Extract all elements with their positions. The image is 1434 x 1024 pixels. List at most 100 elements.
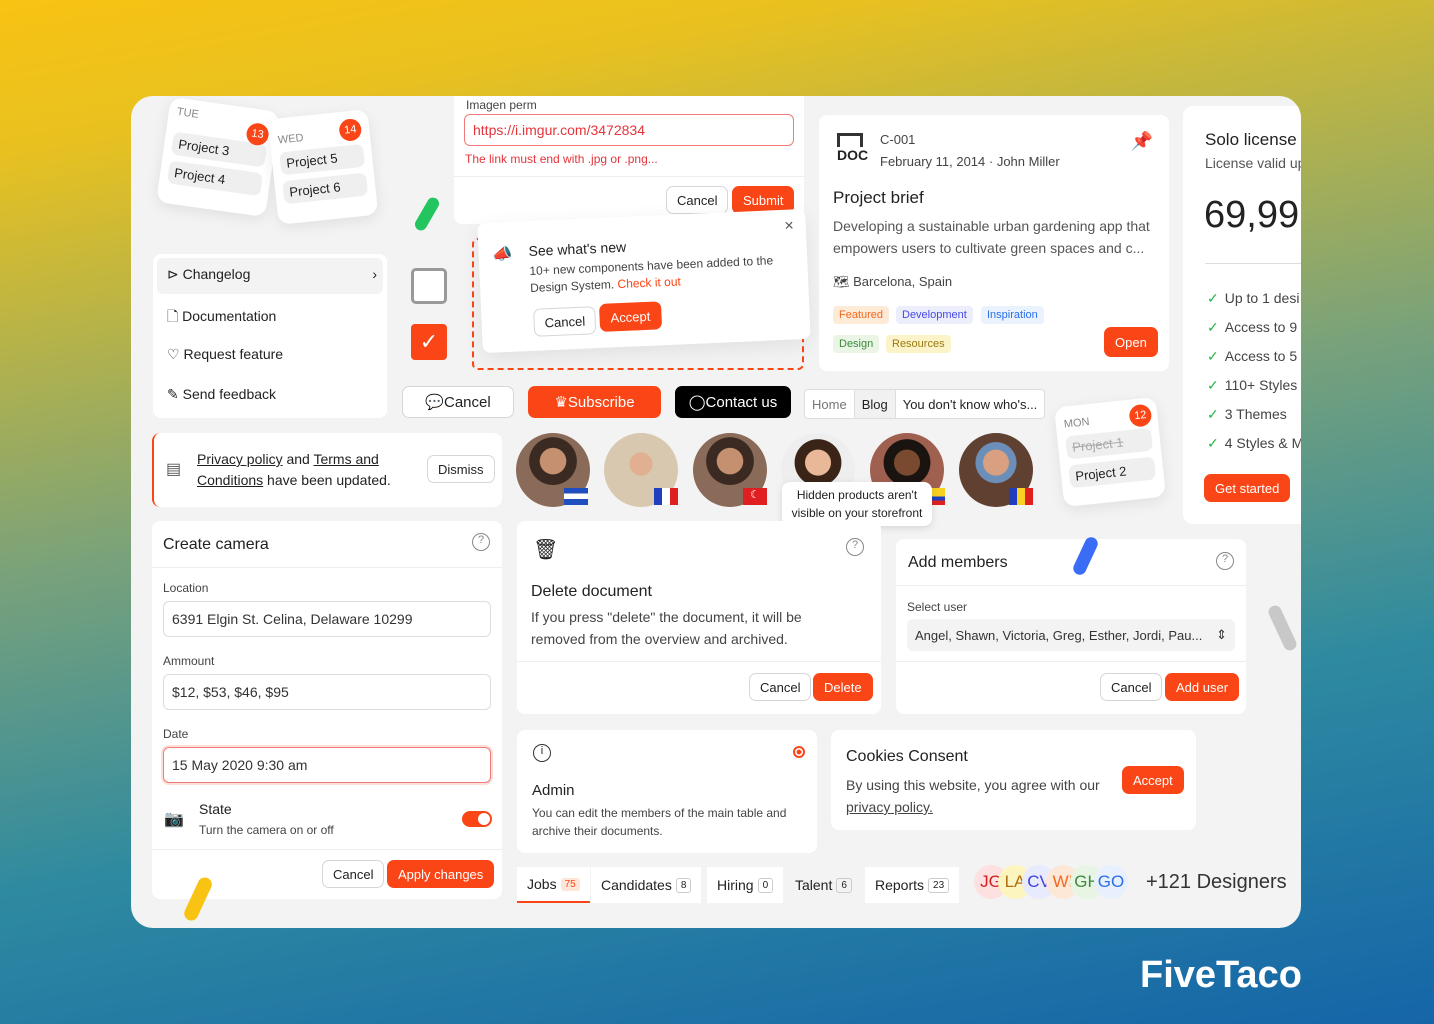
project-item[interactable]: Project 6 [282, 172, 369, 205]
divider [896, 661, 1246, 662]
image-url-input[interactable]: https://i.imgur.com/3472834 [464, 114, 794, 146]
tab-jobs[interactable]: Jobs 75 [517, 867, 590, 903]
breadcrumb-blog[interactable]: Blog [854, 390, 896, 418]
admin-role-card[interactable]: i Admin You can edit the members of the … [517, 730, 817, 853]
flag-turkey-icon: ☾ [743, 488, 767, 505]
privacy-policy-link[interactable]: privacy policy. [846, 799, 933, 815]
delete-button[interactable]: Delete [813, 673, 873, 701]
menu-item-send-feedback[interactable]: ✎ Send feedback [167, 386, 276, 403]
delete-document-dialog: 🗑 ? Delete document If you press "delete… [517, 521, 881, 714]
chat-icon: 💬 [425, 394, 444, 411]
dismiss-button[interactable]: Dismiss [427, 455, 495, 483]
image-url-form: Imagen perm https://i.imgur.com/3472834 … [454, 96, 804, 224]
flag-andorra-icon [1009, 488, 1033, 505]
menu-item-documentation[interactable]: 🗋 Documentation [167, 306, 276, 330]
check-icon: ✓ [1207, 290, 1219, 306]
doc-description: Developing a sustainable urban gardening… [833, 218, 1150, 256]
menu-item-request-feature[interactable]: ♡ Request feature [167, 346, 283, 363]
feature-item: ✓ 4 Styles & M [1207, 435, 1301, 451]
brand-logo: FiveTaco [1140, 954, 1302, 996]
date-input[interactable]: 15 May 2020 9:30 am [163, 747, 491, 783]
dialog-title: Delete document [531, 583, 652, 600]
license-card: Solo license License valid up 69,99 ✓ Up … [1183, 106, 1301, 524]
megaphone-icon: ⊳ [167, 266, 183, 282]
doc-code: C-001 [880, 132, 916, 147]
breadcrumb-current[interactable]: You don't know who's... [896, 390, 1045, 418]
camera-icon: 📷 [164, 811, 184, 828]
document-card: DOC C-001 February 11, 2014 · John Mille… [819, 115, 1169, 371]
project-item[interactable]: Project 4 [166, 160, 264, 197]
map-icon: 🗺 [833, 274, 854, 289]
tag-development[interactable]: Development [896, 306, 973, 324]
calendar-day-tue[interactable]: TUE 13 Project 3 Project 4 [156, 96, 280, 218]
tab-candidates[interactable]: Candidates 8 [591, 867, 702, 903]
menu-item-changelog[interactable]: ⊳ Changelog › [167, 266, 377, 283]
cancel-button[interactable]: Cancel [749, 673, 812, 701]
tab-talent[interactable]: Talent 6 [785, 867, 862, 903]
tag-inspiration[interactable]: Inspiration [981, 306, 1044, 324]
state-description: Turn the camera on or off [199, 823, 334, 837]
cancel-button[interactable]: Cancel [533, 306, 597, 337]
checkbox-unchecked[interactable] [411, 268, 447, 304]
close-icon[interactable]: × [784, 217, 794, 235]
chevron-right-icon: › [372, 266, 377, 282]
accept-button[interactable]: Accept [598, 301, 662, 332]
help-icon[interactable]: ? [846, 538, 864, 556]
tag-design[interactable]: Design [833, 335, 880, 353]
privacy-text: Privacy policy and Terms and Conditions … [197, 451, 391, 488]
project-item[interactable]: Project 5 [279, 143, 366, 176]
doc-meta: February 11, 2014 · John Miller [880, 154, 1060, 169]
cancel-button[interactable]: Cancel [322, 860, 385, 888]
calendar-day-mon[interactable]: MON 12 Project 1 Project 2 [1054, 396, 1166, 508]
divider [152, 849, 502, 850]
popup-body: 10+ new components have been added to th… [529, 253, 774, 295]
cancel-button[interactable]: Cancel [666, 186, 729, 214]
get-started-button[interactable]: Get started [1204, 474, 1291, 502]
tab-bar: Jobs 75 Candidates 8 Hiring 0 Talent 6 Repor… [517, 867, 961, 905]
contact-us-button[interactable]: ◯ Contact us [675, 386, 791, 418]
tag-featured[interactable]: Featured [833, 306, 890, 324]
checkbox-checked[interactable]: ✓ [411, 324, 447, 360]
tab-reports[interactable]: Reports 23 [865, 867, 960, 903]
cancel-icon-button[interactable]: 💬 Cancel [402, 386, 514, 418]
select-user-dropdown[interactable]: Angel, Shawn, Victoria, Greg, Esther, Jo… [907, 619, 1235, 651]
create-camera-form: Create camera ? Location 6391 Elgin St. … [152, 521, 502, 899]
divider [896, 585, 1246, 586]
add-user-button[interactable]: Add user [1165, 673, 1240, 701]
trash-icon: 🗑 [533, 539, 559, 561]
location-input[interactable]: 6391 Elgin St. Celina, Delaware 10299 [163, 601, 491, 637]
divider [1205, 263, 1301, 264]
tag-resources[interactable]: Resources [886, 335, 951, 353]
help-icon[interactable]: ? [1216, 552, 1234, 570]
amount-input[interactable]: $12, $53, $46, $95 [163, 674, 491, 710]
subscribe-button[interactable]: ♛ Subscribe [528, 386, 661, 418]
accept-button[interactable]: Accept [1122, 766, 1184, 794]
open-button[interactable]: Open [1104, 327, 1158, 357]
help-icon[interactable]: ? [472, 533, 490, 551]
ui-kit-canvas: TUE 13 Project 3 Project 4 WED 14 Projec… [131, 96, 1301, 928]
flag-honduras-icon [564, 488, 588, 505]
chevron-updown-icon: ⇕ [1216, 627, 1227, 642]
feature-item: ✓ Up to 1 desi [1207, 290, 1300, 306]
calendar-day-wed[interactable]: WED 14 Project 5 Project 6 [267, 109, 379, 225]
divider [454, 176, 804, 177]
file-icon: 🗋 [167, 308, 183, 324]
designer-avatar-group[interactable]: JG LA CV WI GH GO +121 Designers [974, 865, 1294, 901]
dialog-description: If you press "delete" the document, it w… [531, 609, 802, 647]
feature-list: ✓ Up to 1 desi ✓ Access to 9 ✓ Access to 5 … [1207, 284, 1301, 458]
apply-changes-button[interactable]: Apply changes [387, 860, 495, 888]
cookies-text: By using this website, you agree with ou… [846, 777, 1100, 815]
privacy-policy-link[interactable]: Privacy policy [197, 451, 283, 467]
project-item-done[interactable]: Project 1 [1065, 427, 1154, 460]
state-toggle[interactable] [462, 811, 492, 827]
breadcrumb-home[interactable]: Home [805, 390, 855, 418]
project-item[interactable]: Project 2 [1068, 456, 1157, 489]
select-user-label: Select user [907, 600, 968, 614]
radio-selected[interactable] [793, 746, 805, 758]
license-title: Solo license [1205, 130, 1297, 149]
tab-hiring[interactable]: Hiring 0 [707, 867, 784, 903]
cancel-button[interactable]: Cancel [1100, 673, 1163, 701]
flag-france-icon [654, 488, 678, 505]
pin-icon[interactable]: 📌 [1131, 131, 1153, 152]
check-it-out-link[interactable]: Check it out [617, 274, 681, 291]
